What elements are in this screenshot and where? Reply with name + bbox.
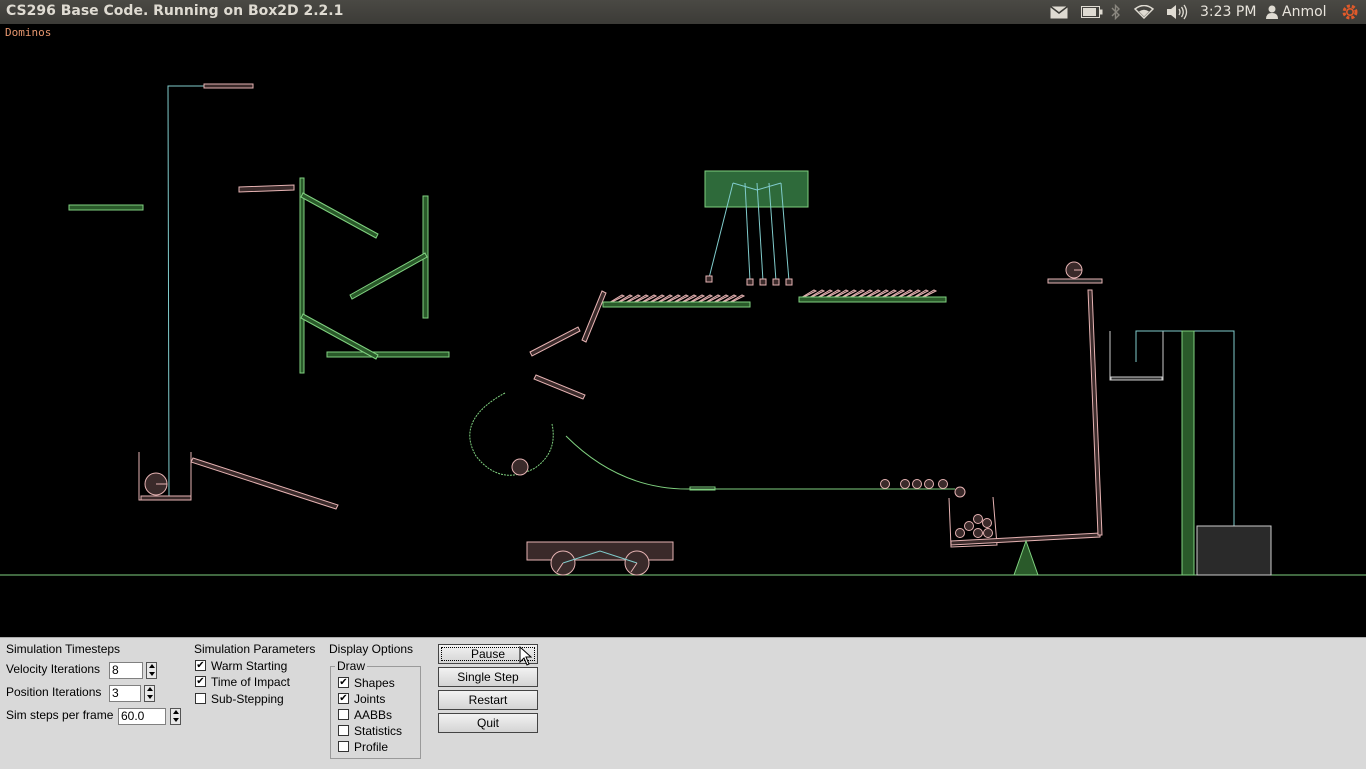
window-title: CS296 Base Code. Running on Box2D 2.2.1 xyxy=(6,3,344,19)
top-plank xyxy=(203,83,254,89)
position-iterations-label: Position Iterations xyxy=(6,685,102,699)
mail-icon[interactable] xyxy=(1048,3,1070,21)
statistics-checkbox[interactable] xyxy=(338,725,349,736)
warm-starting-checkbox[interactable] xyxy=(195,660,206,671)
sim-steps-label: Sim steps per frame xyxy=(6,708,114,722)
domino-shelf-2 xyxy=(798,296,947,303)
profile-label: Profile xyxy=(354,740,389,754)
bluetooth-icon[interactable] xyxy=(1108,3,1124,21)
bar-2 xyxy=(349,252,428,300)
time-of-impact-checkbox[interactable] xyxy=(195,676,206,687)
static-shelf xyxy=(68,204,144,211)
top-right-shelf xyxy=(1047,278,1103,284)
small-plank xyxy=(238,184,295,193)
clock[interactable]: 3:23 PM xyxy=(1200,3,1256,21)
left-bucket xyxy=(138,452,192,501)
bar-1 xyxy=(300,192,379,239)
counterweight-box xyxy=(1196,525,1272,576)
top-panel: CS296 Base Code. Running on Box2D 2.2.1 … xyxy=(0,0,1366,24)
shapes-checkbox[interactable] xyxy=(338,677,349,688)
user-name: Anmol xyxy=(1282,4,1327,20)
mouse-cursor-icon xyxy=(519,646,533,666)
aabbs-checkbox[interactable] xyxy=(338,709,349,720)
ramp-plank xyxy=(190,457,339,510)
sub-stepping-label: Sub-Stepping xyxy=(211,692,284,706)
aabbs-label: AABBs xyxy=(354,708,393,722)
simulation-canvas[interactable] xyxy=(0,24,1366,637)
velocity-iterations-field[interactable]: 8 xyxy=(109,662,143,679)
parameters-heading: Simulation Parameters xyxy=(194,642,316,656)
tall-plank xyxy=(1087,289,1103,536)
frame-left xyxy=(299,177,305,374)
wifi-icon[interactable] xyxy=(1132,3,1156,21)
slide-curve xyxy=(565,435,955,490)
warm-starting-label: Warm Starting xyxy=(211,659,288,673)
loop-ball xyxy=(511,458,529,476)
seesaw-pivot xyxy=(1013,539,1039,576)
shapes-label: Shapes xyxy=(354,676,395,690)
user-menu[interactable]: Anmol xyxy=(1266,3,1327,21)
right-pillar xyxy=(1181,330,1195,576)
position-iterations-stepper[interactable] xyxy=(144,685,155,702)
power-gear-icon[interactable] xyxy=(1340,3,1360,21)
velocity-iterations-stepper[interactable] xyxy=(146,662,157,679)
single-step-button[interactable]: Single Step xyxy=(438,667,538,687)
tilted-domino xyxy=(581,290,607,343)
ball-row xyxy=(880,479,966,498)
scene-name: Dominos xyxy=(5,26,52,39)
joints-checkbox[interactable] xyxy=(338,693,349,704)
sim-steps-stepper[interactable] xyxy=(170,708,181,725)
hanging-box xyxy=(704,170,809,208)
joints-label: Joints xyxy=(354,692,386,706)
draw-group-label: Draw xyxy=(335,659,368,673)
control-panel: Simulation Timesteps Velocity Iterations… xyxy=(0,637,1366,769)
velocity-iterations-label: Velocity Iterations xyxy=(6,662,101,676)
domino-shelf-1 xyxy=(602,301,751,308)
center-plank-1 xyxy=(529,326,581,357)
volume-icon[interactable] xyxy=(1164,3,1190,21)
loop-curve xyxy=(469,392,554,476)
time-of-impact-label: Time of Impact xyxy=(211,675,290,689)
center-plank-2 xyxy=(533,374,586,400)
quit-button[interactable]: Quit xyxy=(438,713,538,733)
timesteps-heading: Simulation Timesteps xyxy=(6,642,121,656)
pulley-rope xyxy=(167,85,204,501)
user-icon xyxy=(1266,5,1278,19)
sim-steps-field[interactable]: 60.0 xyxy=(118,708,166,725)
profile-checkbox[interactable] xyxy=(338,741,349,752)
statistics-label: Statistics xyxy=(354,724,403,738)
position-iterations-field[interactable]: 3 xyxy=(109,685,141,702)
scene-drawing xyxy=(0,83,1366,576)
battery-icon[interactable] xyxy=(1080,3,1104,21)
sub-stepping-checkbox[interactable] xyxy=(195,693,206,704)
restart-button[interactable]: Restart xyxy=(438,690,538,710)
frame-bottom xyxy=(326,351,450,358)
display-heading: Display Options xyxy=(329,642,414,656)
